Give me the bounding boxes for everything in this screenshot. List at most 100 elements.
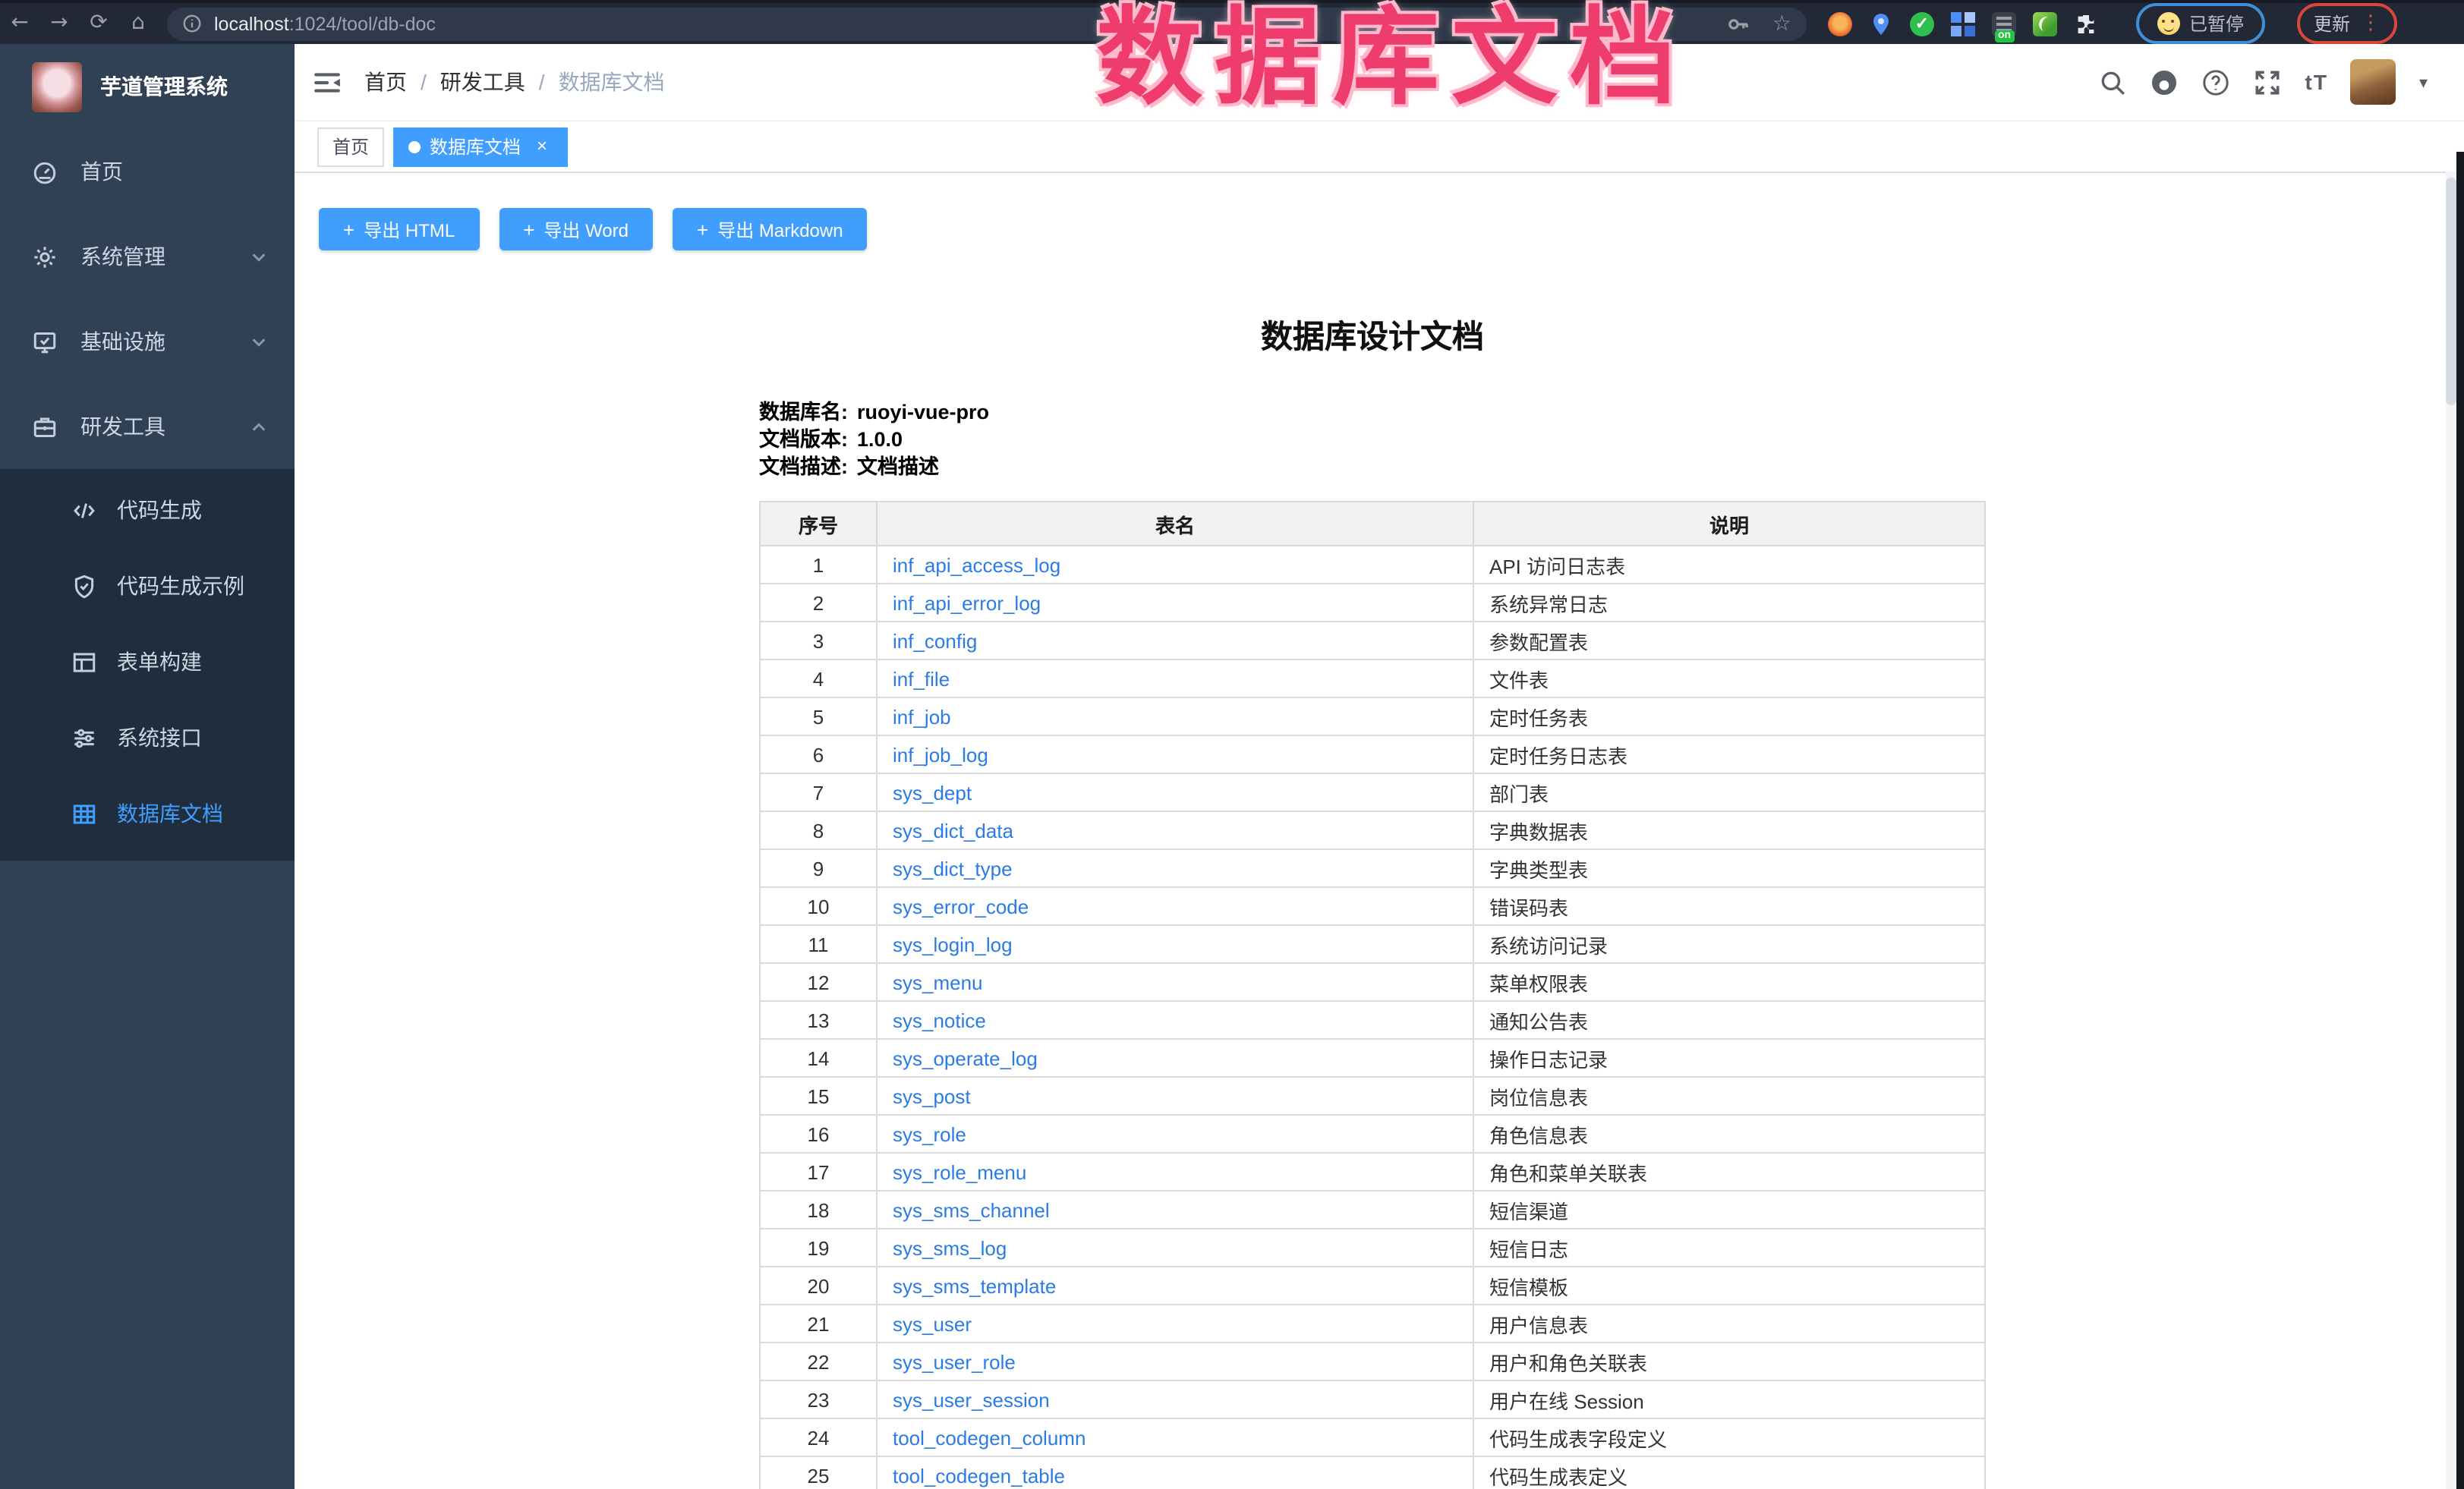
page-content: +导出 HTML +导出 Word +导出 Markdown 数据库设计文档 数… <box>295 173 2464 1489</box>
app-logo[interactable]: 芋道管理系统 <box>0 44 295 129</box>
table-link[interactable]: sys_role <box>893 1122 966 1145</box>
table-link[interactable]: tool_codegen_table <box>893 1464 1065 1487</box>
table-link[interactable]: inf_job <box>893 705 951 728</box>
search-icon[interactable] <box>2099 68 2128 96</box>
table-link[interactable]: sys_login_log <box>893 933 1013 955</box>
hamburger-icon[interactable] <box>313 68 342 96</box>
table-link[interactable]: sys_user <box>893 1312 972 1335</box>
sidebar-item-devtools[interactable]: 研发工具 <box>0 384 295 469</box>
sidebar-item-form-builder[interactable]: 表单构建 <box>0 624 295 700</box>
orange-extension-icon[interactable] <box>1828 11 1852 36</box>
table-link[interactable]: sys_role_menu <box>893 1160 1026 1183</box>
github-icon[interactable] <box>2150 68 2179 96</box>
menu-kebab-icon[interactable]: ⋮ <box>2361 14 2381 33</box>
toolbox-icon <box>32 414 58 439</box>
navbar-actions: tT ▾ <box>2099 59 2464 105</box>
sidebar-item-db-doc[interactable]: 数据库文档 <box>0 776 295 852</box>
table-link[interactable]: sys_notice <box>893 1009 986 1031</box>
top-navbar: 首页 / 研发工具 / 数据库文档 <box>295 44 2464 121</box>
table-link[interactable]: sys_dict_data <box>893 819 1013 842</box>
plus-icon: + <box>523 218 534 241</box>
export-button[interactable]: +导出 HTML <box>319 208 479 250</box>
plus-icon: + <box>697 218 708 241</box>
table-header-row: 序号 表名 说明 <box>760 502 1985 546</box>
table-link[interactable]: sys_user_role <box>893 1350 1016 1373</box>
tab-home[interactable]: 首页 <box>317 127 384 166</box>
meta-line: 文档版本:1.0.0 <box>759 427 1986 454</box>
home-icon[interactable]: ⌂ <box>118 3 158 44</box>
url-text: localhost:1024/tool/db-doc <box>214 13 436 34</box>
export-button[interactable]: +导出 Word <box>499 208 653 250</box>
scrollbar-thumb[interactable] <box>2446 178 2456 405</box>
table-link[interactable]: sys_sms_channel <box>893 1198 1050 1221</box>
table-link[interactable]: sys_sms_template <box>893 1274 1056 1297</box>
sidebar-item-codegen-demo[interactable]: 代码生成示例 <box>0 548 295 624</box>
export-button[interactable]: +导出 Markdown <box>673 208 868 250</box>
doc-meta: 数据库名:ruoyi-vue-pro 文档版本:1.0.0 文档描述:文档描述 <box>759 399 1986 481</box>
switch-on-extension-icon[interactable]: on <box>1992 11 2016 36</box>
table-link[interactable]: inf_api_error_log <box>893 591 1041 614</box>
sidebar-item-home[interactable]: 首页 <box>0 129 295 214</box>
table-row: 19 sys_sms_log 短信日志 <box>760 1229 1985 1267</box>
gear-icon <box>32 244 58 269</box>
breadcrumb-home[interactable]: 首页 <box>364 67 407 97</box>
meta-line: 文档描述:文档描述 <box>759 454 1986 481</box>
font-size-icon[interactable]: tT <box>2305 70 2328 94</box>
fullscreen-icon[interactable] <box>2254 68 2283 96</box>
pin-extension-icon[interactable] <box>1869 11 1893 36</box>
table-row: 21 sys_user 用户信息表 <box>760 1305 1985 1343</box>
table-link[interactable]: sys_post <box>893 1084 971 1107</box>
reload-icon[interactable]: ⟳ <box>79 3 118 44</box>
table-link[interactable]: inf_config <box>893 629 977 652</box>
table-link[interactable]: inf_api_access_log <box>893 553 1060 576</box>
table-link[interactable]: sys_menu <box>893 971 983 993</box>
site-info-icon[interactable] <box>182 14 202 33</box>
table-row: 4 inf_file 文件表 <box>760 660 1985 697</box>
logo-avatar <box>32 61 82 112</box>
content-scrollbar[interactable] <box>2446 172 2456 1489</box>
table-grid-icon <box>71 801 97 826</box>
table-link[interactable]: inf_file <box>893 667 950 690</box>
back-icon[interactable]: ← <box>0 3 39 44</box>
monitor-icon <box>32 329 58 354</box>
leaf-extension-icon[interactable] <box>2033 11 2057 36</box>
table-row: 13 sys_notice 通知公告表 <box>760 1001 1985 1039</box>
table-link[interactable]: sys_sms_log <box>893 1236 1007 1259</box>
puzzle-extensions-icon[interactable] <box>2074 11 2098 36</box>
sidebar-item-infra[interactable]: 基础设施 <box>0 299 295 384</box>
table-link[interactable]: sys_operate_log <box>893 1047 1038 1069</box>
table-row: 20 sys_sms_template 短信模板 <box>760 1267 1985 1305</box>
paused-label: 已暂停 <box>2189 11 2244 36</box>
table-link[interactable]: tool_codegen_column <box>893 1426 1085 1449</box>
breadcrumb-devtools[interactable]: 研发工具 <box>440 67 525 97</box>
help-icon[interactable] <box>2202 68 2231 96</box>
table-row: 14 sys_operate_log 操作日志记录 <box>760 1039 1985 1077</box>
forward-icon[interactable]: → <box>39 3 79 44</box>
table-link[interactable]: sys_dict_type <box>893 857 1013 880</box>
password-key-icon[interactable] <box>1727 11 1751 36</box>
sidebar-item-api[interactable]: 系统接口 <box>0 700 295 776</box>
grid-extension-icon[interactable] <box>1951 11 1975 36</box>
extensions-row: ✓ on 已暂停 更新 ⋮ <box>1828 3 2397 44</box>
table-link[interactable]: sys_error_code <box>893 895 1029 918</box>
browser-update-button[interactable]: 更新 ⋮ <box>2297 3 2397 44</box>
caret-down-icon[interactable]: ▾ <box>2419 72 2428 92</box>
table-link[interactable]: sys_dept <box>893 781 972 804</box>
meta-line: 数据库名:ruoyi-vue-pro <box>759 399 1986 427</box>
table-link[interactable]: sys_user_session <box>893 1388 1050 1411</box>
close-icon[interactable]: × <box>531 136 553 157</box>
tab-db-doc[interactable]: 数据库文档 × <box>393 127 568 166</box>
devtools-submenu: 代码生成 代码生成示例 表单构建 <box>0 469 295 861</box>
window-scrollbar[interactable] <box>2456 152 2464 1489</box>
sidebar-item-codegen[interactable]: 代码生成 <box>0 472 295 548</box>
translate-paused-chip[interactable]: 已暂停 <box>2136 3 2265 44</box>
breadcrumb: 首页 / 研发工具 / 数据库文档 <box>364 67 665 97</box>
sidebar-item-system[interactable]: 系统管理 <box>0 214 295 299</box>
check-extension-icon[interactable]: ✓ <box>1910 11 1934 36</box>
table-row: 6 inf_job_log 定时任务日志表 <box>760 735 1985 773</box>
bookmark-star-icon[interactable]: ☆ <box>1772 11 1791 36</box>
table-link[interactable]: inf_job_log <box>893 743 988 766</box>
user-avatar[interactable] <box>2351 59 2396 105</box>
address-bar[interactable]: localhost:1024/tool/db-doc ☆ <box>167 7 1807 40</box>
shield-check-icon <box>71 573 97 599</box>
